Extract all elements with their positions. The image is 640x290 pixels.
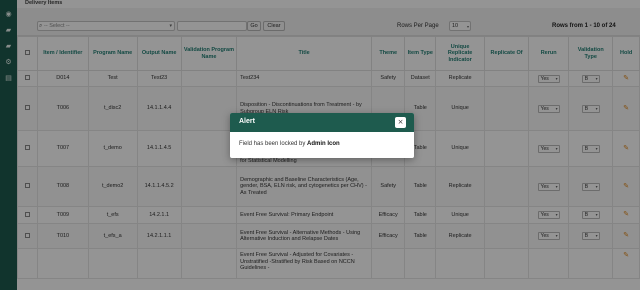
- alert-message-text: Field has been locked by: [239, 141, 308, 147]
- alert-header: Alert ×: [230, 113, 414, 132]
- alert-locked-by-user: Admin Icon: [307, 141, 340, 147]
- alert-dialog: Alert × Field has been locked by Admin I…: [230, 113, 414, 158]
- alert-message: Field has been locked by Admin Icon: [230, 132, 414, 156]
- alert-title: Alert: [239, 118, 255, 125]
- close-icon[interactable]: ×: [395, 117, 406, 128]
